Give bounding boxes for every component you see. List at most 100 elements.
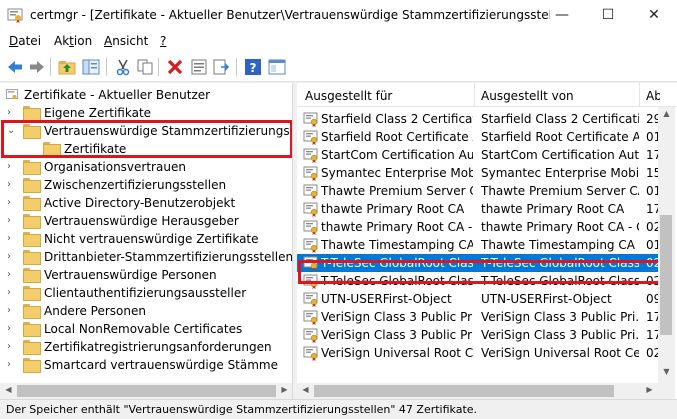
column-header-expiry[interactable]: Ab	[646, 89, 660, 103]
certificate-row[interactable]: thawte Primary Root CA - G3 thawte Primar…	[297, 218, 660, 236]
chevron-right-icon[interactable]: ›	[7, 179, 17, 191]
list-horizontal-scrollbar[interactable]: ◀ ▶	[297, 383, 658, 399]
cell-issued-by: Starfield Root Certificate A...	[481, 130, 639, 144]
scroll-left-arrow-icon[interactable]: ◀	[2, 385, 15, 398]
tree-item-label: Andere Personen	[44, 304, 146, 318]
cell-issued-to: StartCom Certification Aut...	[321, 148, 473, 162]
certificate-row[interactable]: VeriSign Class 3 Public Pri... VeriSign C…	[297, 308, 660, 326]
scroll-left-arrow-icon[interactable]: ◀	[299, 385, 312, 398]
delete-icon[interactable]	[166, 58, 184, 76]
minimize-button[interactable]: —	[539, 0, 585, 31]
tree-item[interactable]: › Clientauthentifizierungsaussteller	[0, 284, 292, 302]
menu-datei[interactable]: Datei	[9, 34, 41, 48]
folder-icon	[23, 196, 41, 211]
certificate-row[interactable]: StartCom Certification Aut... StartCom Ce…	[297, 146, 660, 164]
tree-item[interactable]: › Andere Personen	[0, 302, 292, 320]
scroll-right-arrow-icon[interactable]: ▶	[643, 385, 656, 398]
cell-issued-by: Thawte Premium Server CA	[481, 184, 639, 198]
certificate-row[interactable]: Starfield Class 2 Certification... Starfi…	[297, 110, 660, 128]
column-header-issued-by[interactable]: Ausgestellt von	[481, 89, 641, 103]
scroll-up-arrow-icon[interactable]: ▲	[660, 109, 673, 122]
certificate-icon	[303, 148, 318, 163]
chevron-right-icon[interactable]: ›	[7, 269, 17, 281]
tree-item[interactable]: › Vertrauenswürdige Personen	[0, 266, 292, 284]
list-vertical-scrollbar[interactable]: ▲ ▼	[658, 107, 675, 399]
back-arrow-icon[interactable]	[6, 58, 24, 76]
tree-item-label: Drittanbieter-Stammzertifizierungsstelle…	[44, 250, 293, 264]
export-icon[interactable]	[212, 58, 230, 76]
chevron-right-icon[interactable]: ›	[7, 251, 17, 263]
chevron-right-icon[interactable]: ›	[7, 161, 17, 173]
show-hide-tree-icon[interactable]	[82, 58, 100, 76]
menu-help[interactable]: ?	[160, 34, 166, 48]
column-divider[interactable]	[474, 83, 475, 107]
tree-item-label: Zwischenzertifizierungsstellen	[44, 178, 227, 192]
certificate-row[interactable]: Thawte Timestamping CA Thawte Timestampin…	[297, 236, 660, 254]
menu-datei-accel: D	[9, 34, 19, 48]
up-folder-icon[interactable]	[58, 58, 76, 76]
certificate-row[interactable]: Thawte Premium Server CA Thawte Premium S…	[297, 182, 660, 200]
tree-item[interactable]: › Smartcard vertrauenswürdige Stämme	[0, 356, 292, 374]
certificate-row[interactable]: UTN-USERFirst-Object UTN-USERFirst-Object…	[297, 290, 660, 308]
menu-ansicht[interactable]: Ansicht	[104, 34, 148, 48]
tree-scroll-thumb[interactable]	[17, 385, 276, 397]
cut-icon[interactable]	[114, 58, 132, 76]
scroll-right-arrow-icon[interactable]: ▶	[278, 385, 291, 398]
folder-icon	[23, 232, 41, 247]
folder-shape	[23, 340, 41, 355]
tree-item[interactable]: › Local NonRemovable Certificates	[0, 320, 292, 338]
chevron-right-icon[interactable]: ›	[7, 107, 17, 119]
toolbar-separator	[50, 58, 51, 76]
folder-icon	[23, 304, 41, 319]
chevron-right-icon[interactable]: ›	[7, 323, 17, 335]
close-button[interactable]: ✕	[631, 0, 677, 31]
certmgr-window: certmgr - [Zertifikate - Aktueller Benut…	[0, 0, 677, 419]
tree-item[interactable]: › Zwischenzertifizierungsstellen	[0, 176, 292, 194]
certificate-row[interactable]: thawte Primary Root CA thawte Primary Roo…	[297, 200, 660, 218]
chevron-right-icon[interactable]: ›	[7, 359, 17, 371]
menu-bar: Datei Aktion Ansicht ?	[0, 31, 677, 52]
tree-root[interactable]: Zertifikate - Aktueller Benutzer	[0, 86, 292, 104]
certificate-row[interactable]: VeriSign Class 3 Public Pri... VeriSign C…	[297, 326, 660, 344]
folder-shape	[23, 268, 41, 283]
forward-arrow-icon[interactable]	[28, 58, 46, 76]
certificate-row[interactable]: Starfield Root Certificate A... Starfield…	[297, 128, 660, 146]
tree-item[interactable]: › Active Directory-Benutzerobjekt	[0, 194, 292, 212]
certificate-icon	[303, 166, 318, 181]
maximize-button[interactable]: ☐	[585, 0, 631, 31]
cell-issued-by: Thawte Timestamping CA	[481, 238, 635, 252]
chevron-right-icon[interactable]: ›	[7, 341, 17, 353]
list-horizontal-thumb[interactable]	[314, 385, 614, 397]
menu-aktion[interactable]: Aktion	[54, 34, 92, 48]
column-header-issued-to[interactable]: Ausgestellt für	[305, 89, 470, 103]
tree-item[interactable]: › Drittanbieter-Stammzertifizierungsstell…	[0, 248, 293, 266]
column-divider[interactable]	[639, 83, 640, 107]
console-icon[interactable]	[268, 58, 286, 76]
tree-item-label: Clientauthentifizierungsaussteller	[44, 286, 247, 300]
tree-item[interactable]: › Organisationsvertrauen	[0, 158, 292, 176]
cell-issued-by: UTN-USERFirst-Object	[481, 292, 612, 306]
chevron-right-icon[interactable]: ›	[7, 197, 17, 209]
certificate-row[interactable]: Symantec Enterprise Mobil... Symantec Ent…	[297, 164, 660, 182]
chevron-right-icon[interactable]: ›	[7, 233, 17, 245]
cell-issued-by: StartCom Certification Aut...	[481, 148, 639, 162]
copy-icon[interactable]	[136, 58, 154, 76]
tree-item[interactable]: › Nicht vertrauenswürdige Zertifikate	[0, 230, 292, 248]
tree-horizontal-scrollbar[interactable]: ◀ ▶	[0, 383, 292, 399]
folder-icon	[23, 268, 41, 283]
list-scroll-thumb[interactable]	[660, 215, 672, 335]
chevron-right-icon[interactable]: ›	[7, 287, 17, 299]
scroll-down-arrow-icon[interactable]: ▼	[660, 367, 673, 380]
cell-issued-by: thawte Primary Root CA - G3	[481, 220, 639, 234]
chevron-right-icon[interactable]: ›	[7, 305, 17, 317]
tree-item[interactable]: › Vertrauenswürdige Herausgeber	[0, 212, 292, 230]
certificate-row[interactable]: VeriSign Universal Root Cer... VeriSign U…	[297, 344, 660, 362]
chevron-right-icon[interactable]: ›	[7, 215, 17, 227]
cell-issued-to: UTN-USERFirst-Object	[321, 292, 452, 306]
tree-item[interactable]: › Zertifikatregistrierungsanforderungen	[0, 338, 292, 356]
menu-aktion-pre: Ak	[54, 34, 70, 48]
properties-icon[interactable]	[190, 58, 208, 76]
cell-issued-by: Starfield Class 2 Certification...	[481, 112, 639, 126]
certificate-store-icon	[5, 89, 19, 100]
help-icon[interactable]: ?	[244, 58, 262, 76]
